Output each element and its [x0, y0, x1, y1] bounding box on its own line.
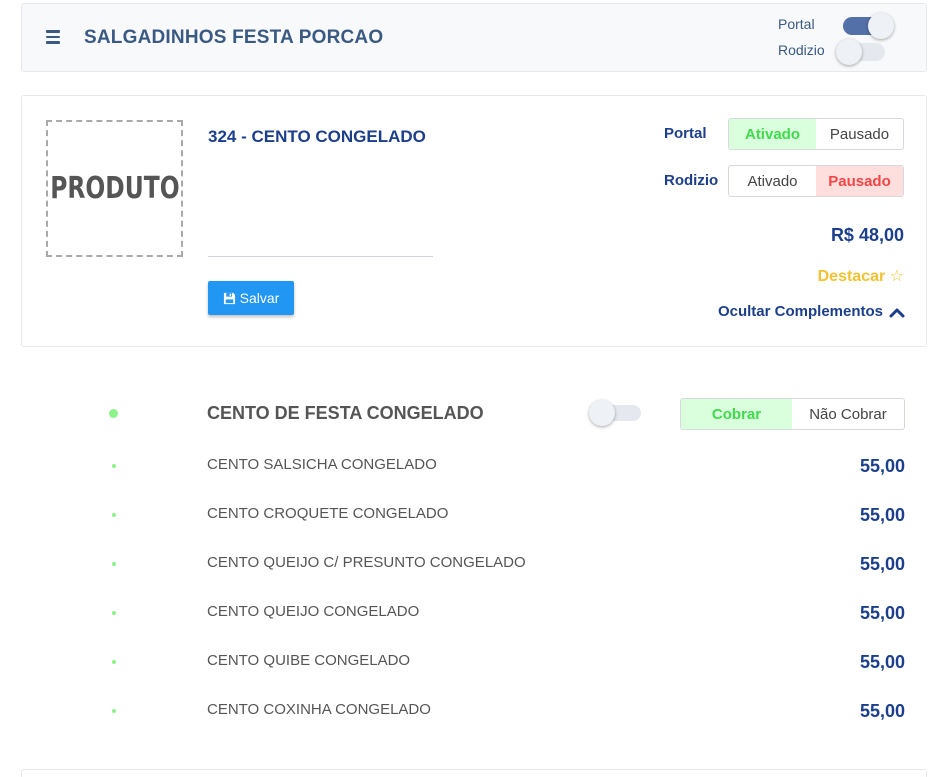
item-name: CENTO CROQUETE CONGELADO [207, 505, 449, 522]
rodizio-ativado-option[interactable]: Ativado [729, 166, 816, 196]
item-status-dot [112, 611, 116, 615]
item-price[interactable]: 55,00 [860, 505, 905, 526]
top-header: SALGADINHOS FESTA PORCAO Portal Rodizio [21, 3, 927, 72]
item-status-dot [112, 709, 116, 713]
store-title: SALGADINHOS FESTA PORCAO [84, 27, 384, 48]
header-portal-label: Portal [778, 16, 815, 32]
item-status-dot [112, 562, 116, 566]
item-price[interactable]: 55,00 [860, 701, 905, 722]
ocultar-complementos-label: Ocultar Complementos [717, 303, 883, 320]
item-price[interactable]: 55,00 [860, 456, 905, 477]
rodizio-row-label: Rodizio [664, 172, 719, 189]
product-price: R$ 48,00 [830, 225, 904, 245]
item-name: CENTO COXINHA CONGELADO [207, 701, 431, 718]
portal-ativado-option[interactable]: Ativado [729, 119, 816, 149]
portal-status-selector: Ativado Pausado [728, 118, 904, 150]
item-status-dot [112, 660, 116, 664]
group-title: CENTO DE FESTA CONGELADO [207, 403, 484, 423]
cobrar-option[interactable]: Cobrar [681, 399, 792, 429]
hamburger-menu-icon[interactable] [46, 30, 60, 44]
item-price[interactable]: 55,00 [860, 603, 905, 624]
chevron-up-icon [889, 308, 905, 317]
item-name: CENTO QUIBE CONGELADO [207, 652, 411, 669]
product-name: 324 - CENTO CONGELADO [208, 127, 426, 146]
save-button-label: Salvar [239, 290, 280, 306]
portal-pausado-option[interactable]: Pausado [816, 119, 903, 149]
description-input-line[interactable] [208, 256, 433, 257]
rodizio-pausado-option[interactable]: Pausado [816, 166, 903, 196]
item-status-dot [112, 513, 116, 517]
save-button[interactable]: Salvar [208, 281, 294, 315]
product-image-placeholder[interactable]: PRODUTO [46, 120, 183, 257]
header-rodizio-toggle[interactable] [836, 39, 885, 65]
portal-row-label: Portal [664, 125, 707, 142]
item-name: CENTO SALSICHA CONGELADO [207, 456, 437, 473]
item-price[interactable]: 55,00 [860, 554, 905, 575]
nao-cobrar-option[interactable]: Não Cobrar [792, 399, 904, 429]
group-toggle[interactable] [589, 400, 641, 426]
item-name: CENTO QUEIJO CONGELADO [207, 603, 420, 620]
ocultar-complementos-button[interactable]: Ocultar Complementos [718, 303, 905, 320]
next-product-card [21, 769, 927, 777]
destacar-button[interactable]: Destacar ☆ [818, 266, 904, 286]
rodizio-status-selector: Ativado Pausado [728, 165, 904, 197]
product-card: PRODUTO 324 - CENTO CONGELADO Salvar Por… [21, 95, 927, 347]
item-status-dot [112, 464, 116, 468]
header-rodizio-label: Rodizio [778, 42, 825, 58]
floppy-disk-icon [223, 292, 235, 304]
product-image-text: PRODUTO [49, 171, 180, 206]
charge-selector: Cobrar Não Cobrar [680, 398, 905, 430]
item-name: CENTO QUEIJO C/ PRESUNTO CONGELADO [207, 554, 526, 571]
group-status-dot [109, 409, 118, 418]
item-price[interactable]: 55,00 [860, 652, 905, 673]
header-portal-toggle[interactable] [843, 13, 894, 39]
